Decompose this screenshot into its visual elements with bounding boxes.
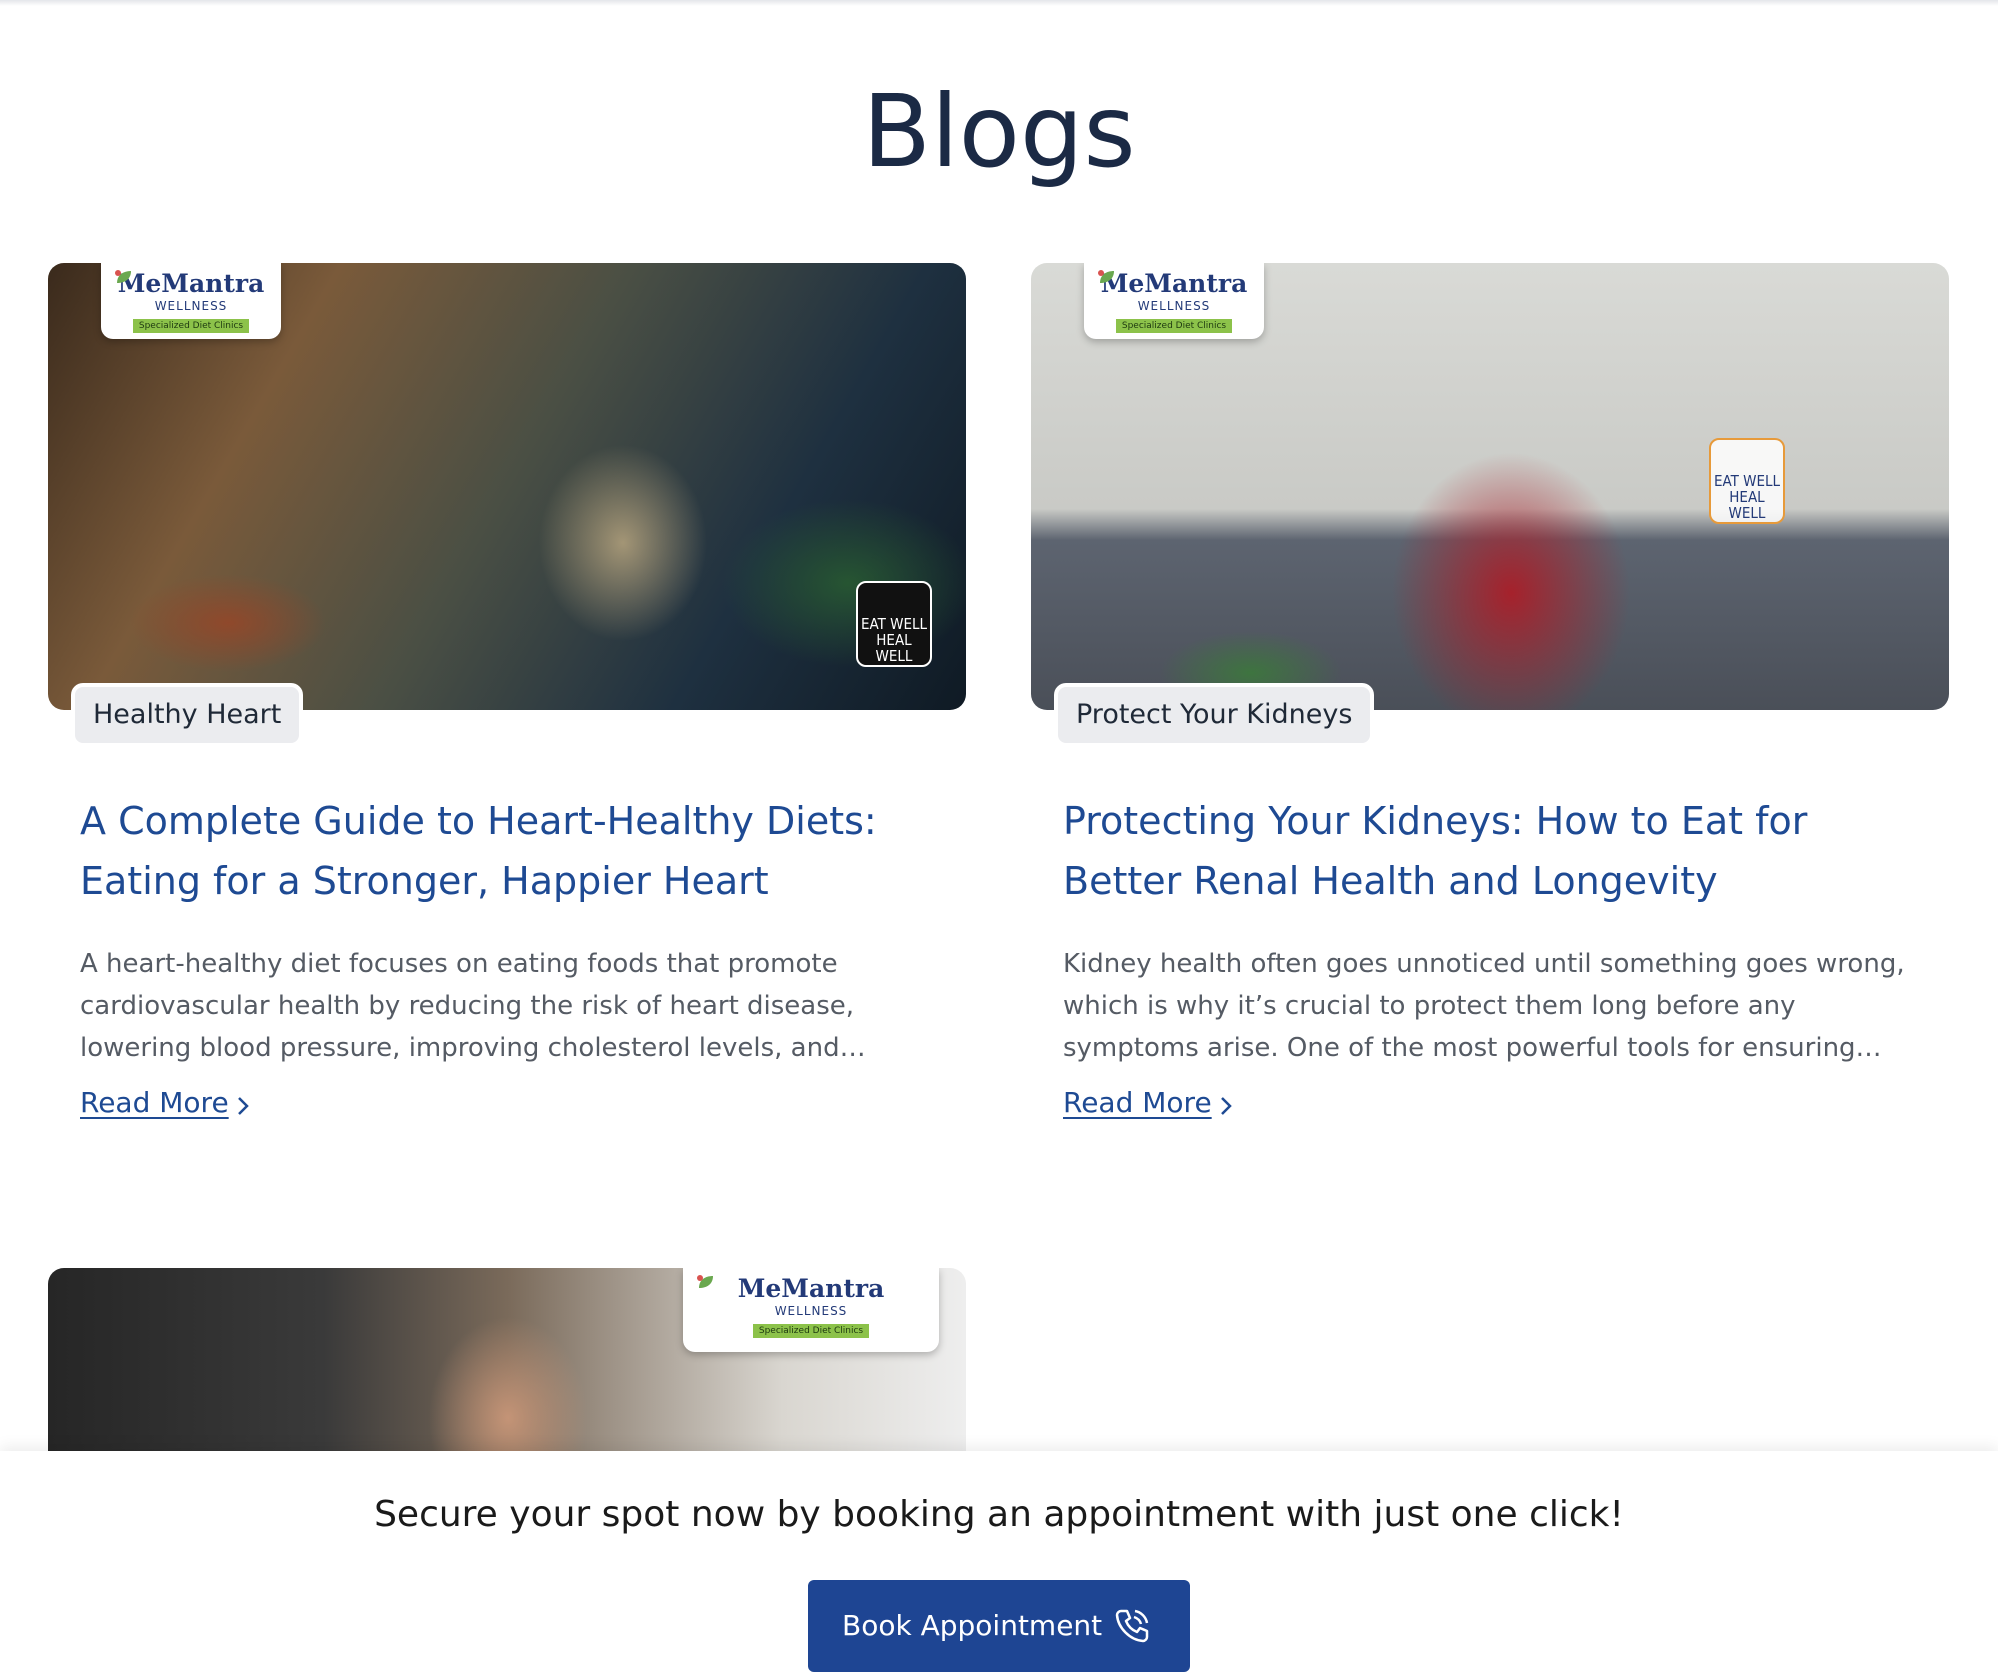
book-appointment-label: Book Appointment bbox=[842, 1609, 1103, 1642]
brand-logo-badge: MeMantra WELLNESS Specialized Diet Clini… bbox=[683, 1268, 939, 1352]
chevron-right-icon[interactable] bbox=[236, 1095, 250, 1117]
brand-sub: WELLNESS bbox=[774, 1304, 848, 1318]
eat-well-sticker: EAT WELL HEAL WELL bbox=[856, 581, 932, 667]
eat-well-sticker: EAT WELL HEAL WELL bbox=[1709, 438, 1785, 524]
sticker-line-2: HEAL WELL bbox=[875, 630, 913, 665]
chevron-right-icon[interactable] bbox=[1219, 1095, 1233, 1117]
blog-image-kidneys[interactable]: MeMantra WELLNESS Specialized Diet Clini… bbox=[1031, 263, 1949, 710]
appointment-cta-bar: Secure your spot now by booking an appoi… bbox=[0, 1451, 1998, 1672]
brand-logo-badge: MeMantra WELLNESS Specialized Diet Clini… bbox=[1084, 263, 1264, 339]
brand-tag: Specialized Diet Clinics bbox=[1115, 319, 1233, 333]
blog-card-heart: MeMantra WELLNESS Specialized Diet Clini… bbox=[48, 263, 966, 1143]
category-pill-kidneys: Protect Your Kidneys bbox=[1054, 683, 1375, 747]
brand-tag: Specialized Diet Clinics bbox=[132, 319, 250, 333]
category-pill-heart: Healthy Heart bbox=[71, 683, 304, 747]
brand-sub: WELLNESS bbox=[154, 299, 228, 313]
blog-image-third[interactable]: MeMantra WELLNESS Specialized Diet Clini… bbox=[48, 1268, 966, 1451]
phone-call-icon bbox=[1115, 1609, 1149, 1643]
leaf-icon bbox=[115, 270, 131, 283]
blog-title-kidneys[interactable]: Protecting Your Kidneys: How to Eat for … bbox=[1063, 791, 1893, 911]
brand-logo-badge: MeMantra WELLNESS Specialized Diet Clini… bbox=[101, 263, 281, 339]
page-title: Blogs bbox=[862, 73, 1136, 190]
read-more-link-heart[interactable]: Read More bbox=[80, 1086, 229, 1119]
read-more-link-kidneys[interactable]: Read More bbox=[1063, 1086, 1212, 1119]
blog-card-kidneys: MeMantra WELLNESS Specialized Diet Clini… bbox=[1031, 263, 1949, 1143]
brand-tag: Specialized Diet Clinics bbox=[752, 1324, 870, 1338]
book-appointment-button[interactable]: Book Appointment bbox=[808, 1580, 1190, 1672]
cta-text: Secure your spot now by booking an appoi… bbox=[374, 1494, 1624, 1535]
blog-title-heart[interactable]: A Complete Guide to Heart-Healthy Diets:… bbox=[80, 791, 910, 911]
sticker-line-2: HEAL WELL bbox=[1728, 487, 1766, 522]
leaf-icon bbox=[697, 1275, 713, 1288]
brand-name: MeMantra bbox=[737, 1274, 885, 1303]
blog-excerpt-kidneys: Kidney health often goes unnoticed until… bbox=[1063, 949, 1905, 1063]
blog-card-third: MeMantra WELLNESS Specialized Diet Clini… bbox=[48, 1268, 966, 1451]
leaf-icon bbox=[1098, 270, 1114, 283]
header-shadow bbox=[0, 0, 1998, 6]
blog-excerpt-heart: A heart-healthy diet focuses on eating f… bbox=[80, 949, 866, 1063]
blog-image-heart[interactable]: MeMantra WELLNESS Specialized Diet Clini… bbox=[48, 263, 966, 710]
brand-sub: WELLNESS bbox=[1137, 299, 1211, 313]
